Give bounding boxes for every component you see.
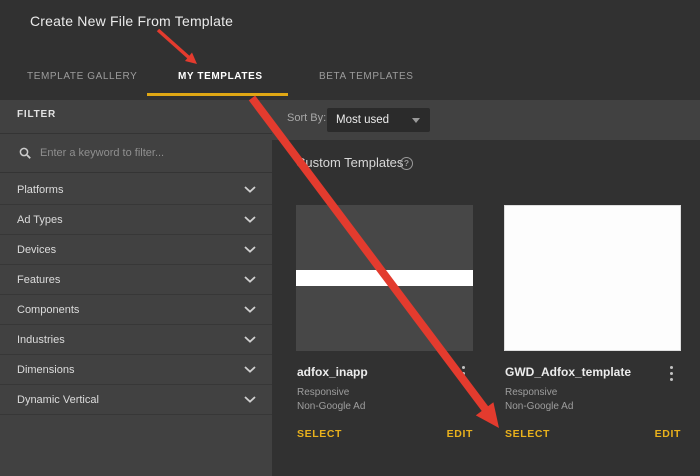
kebab-menu-icon[interactable] [455,363,471,383]
thumbnail-stripe [296,270,473,286]
filter-row-devices[interactable]: Devices [0,235,272,265]
template-thumbnail[interactable] [296,205,473,351]
edit-button[interactable]: EDIT [655,428,681,440]
template-responsive-label: Responsive [297,387,349,398]
filter-row-dynamic-vertical[interactable]: Dynamic Vertical [0,385,272,415]
template-responsive-label: Responsive [505,387,557,398]
dropdown-caret-icon [412,118,420,123]
filter-category-list: Platforms Ad Types Devices Features Comp… [0,175,272,415]
template-card-gwd-adfox-template: GWD_Adfox_template Responsive Non-Google… [504,205,681,445]
template-adtype-label: Non-Google Ad [505,401,573,412]
chevron-down-icon [244,306,256,313]
sort-by-label: Sort By: [287,112,326,124]
sort-dropdown[interactable]: Most used [327,108,430,132]
filter-row-ad-types[interactable]: Ad Types [0,205,272,235]
chevron-down-icon [244,336,256,343]
annotation-arrow-to-my-templates-tab [158,30,197,64]
template-thumbnail[interactable] [504,205,681,351]
tab-beta-templates[interactable]: BETA TEMPLATES [319,71,414,82]
tab-template-gallery[interactable]: TEMPLATE GALLERY [27,71,137,82]
chevron-down-icon [244,276,256,283]
filter-row-features[interactable]: Features [0,265,272,295]
filter-row-industries[interactable]: Industries [0,325,272,355]
filter-sidebar: FILTER Platforms Ad Types Devices [0,100,272,476]
chevron-down-icon [244,366,256,373]
filter-search-row [0,134,272,172]
sort-toolbar: Sort By: Most used [272,100,700,140]
tab-my-templates[interactable]: MY TEMPLATES [178,71,263,82]
chevron-down-icon [244,396,256,403]
template-title: GWD_Adfox_template [505,365,655,379]
select-button[interactable]: SELECT [297,428,342,440]
template-title: adfox_inapp [297,365,447,379]
filter-header: FILTER [17,109,56,120]
kebab-menu-icon[interactable] [663,363,679,383]
filter-row-components[interactable]: Components [0,295,272,325]
filter-row-platforms[interactable]: Platforms [0,175,272,205]
template-adtype-label: Non-Google Ad [297,401,365,412]
page-title: Create New File From Template [30,13,233,29]
active-tab-underline [147,93,288,96]
help-icon[interactable]: ? [400,157,413,170]
select-button[interactable]: SELECT [505,428,550,440]
chevron-down-icon [244,246,256,253]
create-new-file-dialog: Create New File From Template TEMPLATE G… [0,0,700,476]
template-card-adfox-inapp: adfox_inapp Responsive Non-Google Ad SEL… [296,205,473,445]
search-icon [19,147,31,159]
chevron-down-icon [244,186,256,193]
section-title: Custom Templates [296,155,403,170]
filter-row-dimensions[interactable]: Dimensions [0,355,272,385]
filter-search-input[interactable] [40,147,250,159]
sort-dropdown-value: Most used [336,114,389,126]
chevron-down-icon [244,216,256,223]
edit-button[interactable]: EDIT [447,428,473,440]
divider [0,172,272,173]
